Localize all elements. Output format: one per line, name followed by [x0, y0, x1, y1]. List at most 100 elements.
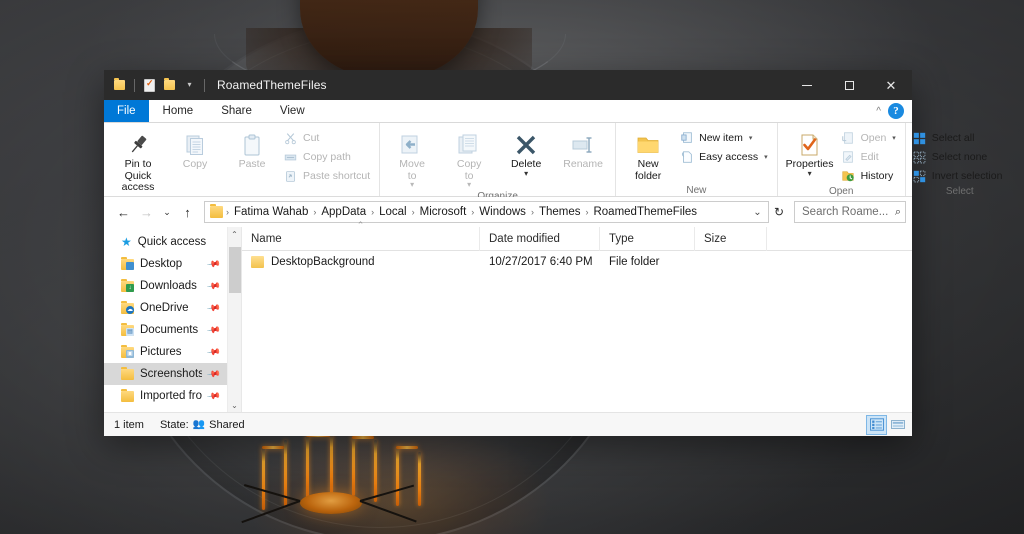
sidebar-item-downloads[interactable]: ↓ Downloads 📌	[104, 275, 227, 297]
pin-icon[interactable]: 📌	[206, 344, 221, 359]
minimize-button[interactable]	[786, 70, 828, 100]
pin-icon[interactable]: 📌	[206, 278, 221, 293]
sidebar-item-quick-access[interactable]: ★ Quick access	[104, 231, 227, 253]
breadcrumb-item-6[interactable]: RoamedThemeFiles	[589, 205, 701, 219]
details-view-button[interactable]	[866, 414, 887, 435]
column-header-size[interactable]: Size	[695, 226, 767, 251]
easy-access-dropdown-icon[interactable]: ▾	[764, 153, 768, 161]
chevron-down-icon[interactable]: ▾	[182, 78, 197, 93]
folder-icon[interactable]	[112, 78, 127, 93]
sidebar-item-desktop[interactable]: Desktop 📌	[104, 253, 227, 275]
item-count-label: 1 item	[114, 418, 144, 431]
maximize-button[interactable]	[828, 70, 870, 100]
refresh-button[interactable]: ↻	[769, 201, 789, 224]
history-button[interactable]: History	[839, 167, 901, 185]
recent-locations-button[interactable]: ⌄	[158, 201, 176, 224]
breadcrumb-item-4[interactable]: Windows	[475, 205, 530, 219]
paste-shortcut-button[interactable]: Paste shortcut	[281, 167, 375, 185]
new-item-dropdown-icon[interactable]: ▾	[749, 134, 753, 142]
copy-to-button[interactable]: Copy to ▾	[441, 127, 497, 190]
breadcrumb-item-5[interactable]: Themes	[535, 205, 585, 219]
tab-share[interactable]: Share	[207, 100, 266, 122]
sidebar-item-pictures[interactable]: ▣ Pictures 📌	[104, 341, 227, 363]
cell-type: File folder	[600, 256, 695, 268]
delete-button[interactable]: Delete ▾	[498, 127, 554, 179]
properties-button[interactable]: Properties ▾	[782, 127, 838, 179]
search-icon[interactable]: ⌕	[895, 206, 901, 219]
cut-button[interactable]: Cut	[281, 129, 375, 147]
forward-button[interactable]: →	[135, 201, 158, 224]
search-input[interactable]: Search Roame...	[802, 206, 895, 218]
column-header-name[interactable]: ⌃ Name	[242, 220, 480, 251]
properties-dropdown-icon[interactable]: ▾	[808, 169, 812, 177]
breadcrumb-item-3[interactable]: Microsoft	[416, 205, 471, 219]
ribbon: Pin to Quick access Copy Paste Cut Copy …	[104, 123, 1002, 208]
table-row[interactable]: DesktopBackground 10/27/2017 6:40 PM Fil…	[242, 251, 912, 273]
easy-access-icon	[679, 150, 694, 165]
tab-view[interactable]: View	[266, 100, 319, 122]
window-controls: ✕	[786, 70, 912, 100]
open-dropdown-icon[interactable]: ▾	[892, 134, 896, 142]
quick-access-toolbar: ▾	[104, 78, 207, 93]
new-folder-icon[interactable]	[162, 78, 177, 93]
move-to-button[interactable]: Move to ▾	[384, 127, 440, 190]
scrollbar-thumb[interactable]	[229, 247, 241, 293]
back-button[interactable]: ←	[112, 201, 135, 224]
column-header-label: Name	[251, 232, 282, 245]
pin-icon[interactable]: 📌	[206, 300, 221, 315]
navigation-list: ★ Quick access Desktop 📌 ↓ Downloads 📌 ☁…	[104, 227, 227, 412]
breadcrumb-item-0[interactable]: Fatima Wahab	[230, 205, 312, 219]
tab-home[interactable]: Home	[149, 100, 208, 122]
up-button[interactable]: ↑	[176, 201, 199, 224]
copy-to-dropdown-icon[interactable]: ▾	[467, 181, 471, 189]
scroll-up-icon[interactable]: ⌃	[228, 227, 241, 241]
close-button[interactable]: ✕	[870, 70, 912, 100]
pin-icon[interactable]: 📌	[206, 256, 221, 271]
copy-button[interactable]: Copy	[167, 127, 223, 173]
select-none-button[interactable]: Select none	[910, 148, 1008, 166]
pin-to-quick-access-button[interactable]: Pin to Quick access	[110, 127, 166, 196]
scroll-down-icon[interactable]: ⌄	[228, 398, 241, 412]
large-icons-view-button[interactable]	[888, 416, 907, 434]
folder-icon[interactable]	[210, 204, 223, 218]
rename-button[interactable]: Rename	[555, 127, 611, 173]
pin-icon[interactable]: 📌	[206, 366, 221, 381]
new-folder-button[interactable]: New folder	[620, 127, 676, 184]
paste-button[interactable]: Paste	[224, 127, 280, 173]
select-all-button[interactable]: Select all	[910, 129, 1008, 147]
help-icon[interactable]: ?	[888, 103, 904, 119]
pin-to-quick-access-label: Pin to Quick access	[121, 158, 155, 193]
sidebar-item-screenshots[interactable]: Screenshots 📌	[104, 363, 227, 385]
copy-path-button[interactable]: Copy path	[281, 148, 375, 166]
breadcrumb[interactable]: › Fatima Wahab › AppData › Local › Micro…	[204, 201, 769, 223]
properties-icon[interactable]	[142, 78, 157, 93]
scrollbar-track[interactable]	[228, 241, 241, 398]
edit-icon	[841, 150, 856, 165]
new-item-button[interactable]: New item ▾	[677, 129, 772, 147]
breadcrumb-item-1[interactable]: AppData	[317, 205, 370, 219]
pin-icon[interactable]: 📌	[206, 388, 221, 403]
easy-access-button[interactable]: Easy access ▾	[677, 148, 772, 166]
tab-file-label: File	[117, 105, 136, 117]
column-header-date-modified[interactable]: Date modified	[480, 226, 600, 251]
sidebar-item-documents[interactable]: ▤ Documents 📌	[104, 319, 227, 341]
breadcrumb-item-2[interactable]: Local	[375, 205, 411, 219]
ribbon-group-organize: Move to ▾ Copy to ▾ Delete ▾ Rename	[380, 123, 617, 202]
ribbon-tabs: File Home Share View ^ ?	[104, 100, 912, 123]
pin-icon[interactable]: 📌	[206, 322, 221, 337]
invert-selection-button[interactable]: Invert selection	[910, 167, 1008, 185]
sidebar-item-imported-from[interactable]: Imported from F 📌	[104, 385, 227, 407]
column-header-type[interactable]: Type	[600, 226, 695, 251]
address-dropdown-icon[interactable]: ⌄	[749, 203, 766, 222]
collapse-ribbon-icon[interactable]: ^	[876, 106, 881, 117]
edit-button[interactable]: Edit	[839, 148, 901, 166]
search-box[interactable]: Search Roame... ⌕	[794, 201, 906, 223]
move-to-dropdown-icon[interactable]: ▾	[410, 181, 414, 189]
sidebar-item-onedrive[interactable]: ☁ OneDrive 📌	[104, 297, 227, 319]
rename-icon	[570, 129, 596, 157]
open-button[interactable]: Open ▾	[839, 129, 901, 147]
ribbon-group-new: New folder New item ▾ Easy access ▾ New	[616, 123, 778, 196]
navigation-scrollbar[interactable]: ⌃ ⌄	[227, 227, 241, 412]
tab-file[interactable]: File	[104, 100, 149, 122]
delete-dropdown-icon[interactable]: ▾	[524, 169, 528, 177]
